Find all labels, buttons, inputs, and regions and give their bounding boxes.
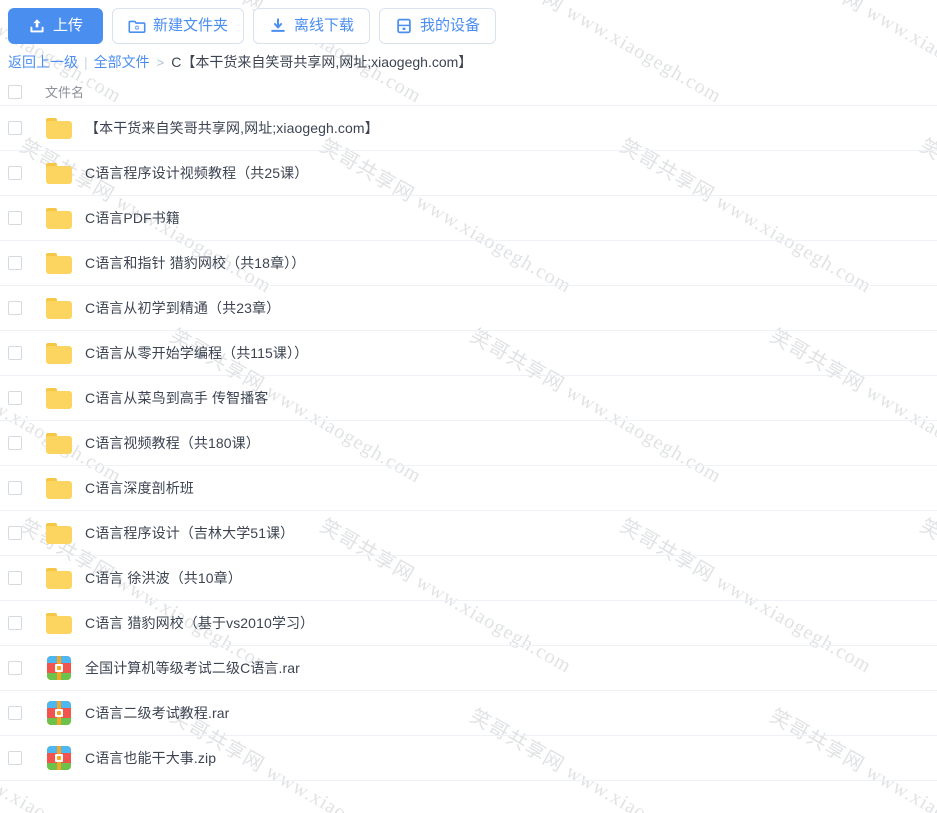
folder-icon <box>46 567 72 589</box>
table-row[interactable]: C语言从零开始学编程（共115课）） <box>0 331 937 376</box>
row-checkbox[interactable] <box>8 121 22 135</box>
table-row[interactable]: C语言从初学到精通（共23章） <box>0 286 937 331</box>
table-row[interactable]: C语言也能干大事.zip <box>0 736 937 781</box>
file-name[interactable]: C语言从菜鸟到高手 传智播客 <box>85 388 268 408</box>
table-row[interactable]: C语言二级考试教程.rar <box>0 691 937 736</box>
breadcrumb-back-link[interactable]: 返回上一级 <box>8 52 78 72</box>
row-icon-cell <box>40 656 78 680</box>
button-label: 上传 <box>53 17 84 34</box>
table-row[interactable]: C语言PDF书籍 <box>0 196 937 241</box>
file-name[interactable]: C语言 徐洪波（共10章） <box>85 568 242 588</box>
row-icon-cell <box>40 342 78 364</box>
file-name[interactable]: C语言程序设计（吉林大学51课） <box>85 523 294 543</box>
folder-icon <box>46 342 72 364</box>
upload-icon <box>28 17 46 35</box>
table-row[interactable]: 【本干货来自笑哥共享网,网址;xiaogegh.com】 <box>0 106 937 151</box>
new-folder-icon <box>128 17 146 35</box>
column-header-filename: 文件名 <box>45 85 85 100</box>
row-icon-cell <box>40 252 78 274</box>
file-name[interactable]: C语言从零开始学编程（共115课）） <box>85 343 308 363</box>
row-icon-cell <box>40 522 78 544</box>
file-name[interactable]: C语言程序设计视频教程（共25课） <box>85 163 308 183</box>
file-name[interactable]: C语言二级考试教程.rar <box>85 703 229 723</box>
row-icon-cell <box>40 162 78 184</box>
offline-download-icon <box>269 17 287 35</box>
file-name[interactable]: C语言从初学到精通（共23章） <box>85 298 280 318</box>
table-row[interactable]: C语言从菜鸟到高手 传智播客 <box>0 376 937 421</box>
new-folder-button[interactable]: 新建文件夹 <box>112 7 245 44</box>
row-checkbox[interactable] <box>8 391 22 405</box>
file-name[interactable]: 【本干货来自笑哥共享网,网址;xiaogegh.com】 <box>85 118 379 138</box>
breadcrumb-root-link[interactable]: 全部文件 <box>94 52 150 72</box>
file-name[interactable]: C语言深度剖析班 <box>85 478 194 498</box>
row-icon-cell <box>40 432 78 454</box>
file-name[interactable]: C语言视频教程（共180课） <box>85 433 260 453</box>
row-icon-cell <box>40 297 78 319</box>
row-checkbox[interactable] <box>8 211 22 225</box>
folder-icon <box>46 252 72 274</box>
breadcrumb-current-folder: C【本干货来自笑哥共享网,网址;xiaogegh.com】 <box>171 54 473 70</box>
table-row[interactable]: C语言和指针 猎豹网校（共18章）） <box>0 241 937 286</box>
table-row[interactable]: C语言 徐洪波（共10章） <box>0 556 937 601</box>
row-icon-cell <box>40 701 78 725</box>
folder-icon <box>46 162 72 184</box>
row-checkbox[interactable] <box>8 256 22 270</box>
table-row[interactable]: C语言程序设计（吉林大学51课） <box>0 511 937 556</box>
table-row[interactable]: C语言视频教程（共180课） <box>0 421 937 466</box>
row-checkbox[interactable] <box>8 166 22 180</box>
toolbar: 上传 新建文件夹 离线下载 我的设备 <box>0 0 937 46</box>
folder-icon <box>46 207 72 229</box>
row-checkbox[interactable] <box>8 436 22 450</box>
breadcrumb-separator: | <box>84 54 88 70</box>
file-name[interactable]: C语言 猎豹网校（基于vs2010学习） <box>85 613 314 633</box>
archive-icon <box>47 746 71 770</box>
breadcrumb: 返回上一级 | 全部文件 > C【本干货来自笑哥共享网,网址;xiaogegh.… <box>8 50 472 74</box>
row-checkbox[interactable] <box>8 616 22 630</box>
row-checkbox[interactable] <box>8 571 22 585</box>
table-row[interactable]: C语言程序设计视频教程（共25课） <box>0 151 937 196</box>
folder-icon <box>46 522 72 544</box>
archive-icon <box>47 656 71 680</box>
row-checkbox[interactable] <box>8 481 22 495</box>
row-checkbox[interactable] <box>8 706 22 720</box>
file-name[interactable]: C语言也能干大事.zip <box>85 748 216 768</box>
row-checkbox[interactable] <box>8 526 22 540</box>
select-all-checkbox[interactable] <box>8 84 22 99</box>
folder-icon <box>46 612 72 634</box>
row-icon-cell <box>40 117 78 139</box>
row-checkbox[interactable] <box>8 301 22 315</box>
row-icon-cell <box>40 567 78 589</box>
button-label: 我的设备 <box>420 17 481 34</box>
my-device-icon <box>395 17 413 35</box>
row-icon-cell <box>40 477 78 499</box>
breadcrumb-arrow-icon: > <box>156 54 165 70</box>
row-icon-cell <box>40 746 78 770</box>
row-checkbox[interactable] <box>8 751 22 765</box>
folder-icon <box>46 387 72 409</box>
file-name[interactable]: 全国计算机等级考试二级C语言.rar <box>85 658 300 678</box>
file-list: 文件名 【本干货来自笑哥共享网,网址;xiaogegh.com】 C语言程序设计视… <box>0 78 937 781</box>
my-device-button[interactable]: 我的设备 <box>379 7 497 44</box>
file-list-header: 文件名 <box>0 78 937 106</box>
row-icon-cell <box>40 387 78 409</box>
row-icon-cell <box>40 207 78 229</box>
archive-icon <box>47 701 71 725</box>
button-label: 新建文件夹 <box>153 17 229 34</box>
file-rows-container: 【本干货来自笑哥共享网,网址;xiaogegh.com】 C语言程序设计视频教程（… <box>0 106 937 781</box>
row-icon-cell <box>40 612 78 634</box>
row-checkbox[interactable] <box>8 346 22 360</box>
row-checkbox[interactable] <box>8 661 22 675</box>
folder-icon <box>46 477 72 499</box>
table-row[interactable]: 全国计算机等级考试二级C语言.rar <box>0 646 937 691</box>
file-name[interactable]: C语言PDF书籍 <box>85 208 180 228</box>
file-name[interactable]: C语言和指针 猎豹网校（共18章）） <box>85 253 305 273</box>
table-row[interactable]: C语言深度剖析班 <box>0 466 937 511</box>
offline-download-button[interactable]: 离线下载 <box>253 7 371 44</box>
upload-button[interactable]: 上传 <box>8 7 104 44</box>
button-label: 离线下载 <box>294 17 355 34</box>
table-row[interactable]: C语言 猎豹网校（基于vs2010学习） <box>0 601 937 646</box>
folder-icon <box>46 432 72 454</box>
folder-icon <box>46 117 72 139</box>
folder-icon <box>46 297 72 319</box>
